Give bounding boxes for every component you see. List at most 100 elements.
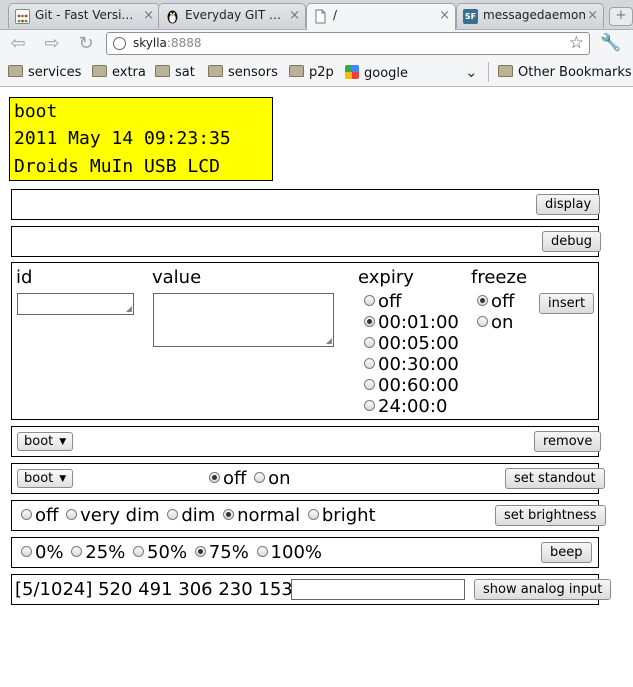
chevron-down-icon[interactable]: ⌄: [465, 63, 478, 81]
expiry-option-label: 00:01:00: [378, 312, 459, 333]
bookmark-sat[interactable]: sat: [155, 65, 195, 80]
analog-input[interactable]: [291, 579, 465, 600]
beep-option-0[interactable]: 0%: [21, 542, 64, 563]
brightness-radio-dim[interactable]: [167, 509, 179, 520]
bookmark-other[interactable]: Other Bookmarks: [498, 65, 632, 80]
brightness-option-very-dim[interactable]: very dim: [66, 505, 160, 526]
tab-everyday-git[interactable]: Everyday GIT … ×: [158, 3, 306, 28]
tab-title: messagedaemon: [483, 8, 586, 22]
standout-radio-off[interactable]: [209, 472, 220, 483]
brightness-option-off[interactable]: off: [21, 505, 58, 526]
beep-radio-75[interactable]: [194, 546, 206, 557]
bookmark-label: Other Bookmarks: [518, 65, 632, 80]
expiry-radio-24h[interactable]: [364, 400, 375, 411]
lcd-line-2: 2011 May 14 09:23:35: [14, 128, 231, 149]
brightness-option-label: very dim: [80, 505, 160, 526]
beep-option-25[interactable]: 25%: [71, 542, 125, 563]
freeze-option[interactable]: off: [477, 291, 514, 312]
brightness-radio-bright[interactable]: [307, 509, 319, 520]
value-textarea[interactable]: ◢: [153, 293, 334, 347]
beep-option-75[interactable]: 75%: [194, 542, 249, 563]
bookmark-star-icon[interactable]: ☆: [569, 33, 584, 53]
freeze-option[interactable]: on: [477, 312, 513, 333]
bookmark-sensors[interactable]: sensors: [208, 65, 278, 80]
brightness-option-bright[interactable]: bright: [307, 505, 376, 526]
beep-option-100[interactable]: 100%: [256, 542, 322, 563]
lcd-line-3: Droids MuIn USB LCD: [14, 156, 220, 177]
debug-button[interactable]: debug: [542, 231, 601, 252]
bookmark-google[interactable]: google: [345, 65, 408, 81]
remove-key-select[interactable]: boot ▼: [17, 432, 74, 451]
wrench-menu-icon[interactable]: 🔧: [600, 33, 621, 53]
expiry-radio-30min[interactable]: [364, 358, 375, 369]
bookmark-p2p[interactable]: p2p: [289, 65, 334, 80]
id-input[interactable]: ◢: [17, 293, 134, 315]
folder-icon: [289, 65, 304, 77]
standout-option-on[interactable]: on: [254, 468, 291, 489]
expiry-radio-off[interactable]: [364, 295, 375, 306]
beep-option-50[interactable]: 50%: [133, 542, 187, 563]
url-port: :8888: [166, 36, 202, 50]
brightness-radio-very-dim[interactable]: [66, 509, 78, 520]
display-button[interactable]: display: [536, 194, 601, 215]
beep-radio-50[interactable]: [133, 546, 145, 557]
brightness-option-dim[interactable]: dim: [167, 505, 215, 526]
tab-close-icon[interactable]: ×: [143, 4, 154, 27]
beep-radio-0[interactable]: [21, 546, 32, 557]
insert-button[interactable]: insert: [539, 293, 595, 314]
reload-icon[interactable]: ↻: [74, 33, 98, 55]
tab-close-icon[interactable]: ×: [289, 4, 300, 27]
address-url: skylla:8888: [133, 36, 202, 50]
brightness-radio-normal[interactable]: [223, 509, 235, 520]
standout-option-off[interactable]: off: [209, 468, 246, 489]
expiry-label: expiry: [358, 267, 414, 288]
select-value: boot: [24, 471, 54, 486]
tab-current[interactable]: / ×: [306, 3, 456, 30]
back-arrow-icon[interactable]: ⇦: [6, 33, 30, 55]
google-icon: [345, 65, 359, 79]
bookmark-services[interactable]: services: [8, 65, 81, 80]
show-analog-input-button[interactable]: show analog input: [474, 579, 612, 600]
forward-arrow-icon[interactable]: ⇨: [40, 33, 64, 55]
folder-icon: [92, 65, 107, 77]
expiry-option[interactable]: 00:60:00: [364, 375, 459, 396]
brightness-radio-off[interactable]: [21, 509, 32, 520]
tab-close-icon[interactable]: ×: [439, 4, 450, 27]
freeze-radio-off[interactable]: [477, 295, 488, 306]
beep-form: 0% 25% 50% 75% 100% beep: [11, 537, 599, 568]
set-brightness-button[interactable]: set brightness: [495, 505, 606, 526]
new-tab-button[interactable]: +: [609, 7, 633, 26]
beep-radio-100[interactable]: [256, 546, 268, 557]
standout-option-label: on: [268, 468, 291, 489]
globe-icon: [113, 37, 126, 50]
tab-messagedaemon[interactable]: SF messagedaemon ×: [456, 3, 604, 28]
tab-git[interactable]: Git - Fast Versi… ×: [8, 3, 160, 28]
beep-radio-25[interactable]: [71, 546, 83, 557]
expiry-option[interactable]: 00:30:00: [364, 354, 459, 375]
bookmarks-separator: [488, 62, 489, 82]
analog-form: [5/1024] 520 491 306 230 153 show analog…: [11, 574, 612, 605]
remove-button[interactable]: remove: [534, 431, 602, 452]
brightness-option-normal[interactable]: normal: [223, 505, 300, 526]
expiry-radio-5min[interactable]: [364, 337, 375, 348]
address-bar[interactable]: skylla:8888 ☆: [106, 32, 590, 55]
brightness-option-label: dim: [181, 505, 216, 526]
beep-button[interactable]: beep: [541, 542, 592, 563]
expiry-radio-60min[interactable]: [364, 379, 375, 390]
standout-radio-on[interactable]: [254, 472, 266, 483]
bookmark-extra[interactable]: extra: [92, 65, 146, 80]
beep-option-label: 75%: [208, 542, 249, 563]
brightness-form: off very dim dim normal bright set brigh…: [11, 500, 606, 531]
expiry-option[interactable]: off: [364, 291, 401, 312]
expiry-option-label: 24:00:0: [378, 396, 448, 417]
freeze-radio-on[interactable]: [477, 316, 488, 327]
expiry-option[interactable]: 24:00:0: [364, 396, 447, 417]
expiry-option[interactable]: 00:05:00: [364, 333, 459, 354]
bookmark-label: services: [28, 65, 82, 80]
expiry-radio-1min[interactable]: [364, 316, 375, 327]
standout-key-select[interactable]: boot ▼: [17, 469, 74, 488]
expiry-option[interactable]: 00:01:00: [364, 312, 459, 333]
lcd-display: boot 2011 May 14 09:23:35 Droids MuIn US…: [9, 97, 273, 181]
tab-close-icon[interactable]: ×: [587, 4, 598, 27]
set-standout-button[interactable]: set standout: [505, 468, 605, 489]
